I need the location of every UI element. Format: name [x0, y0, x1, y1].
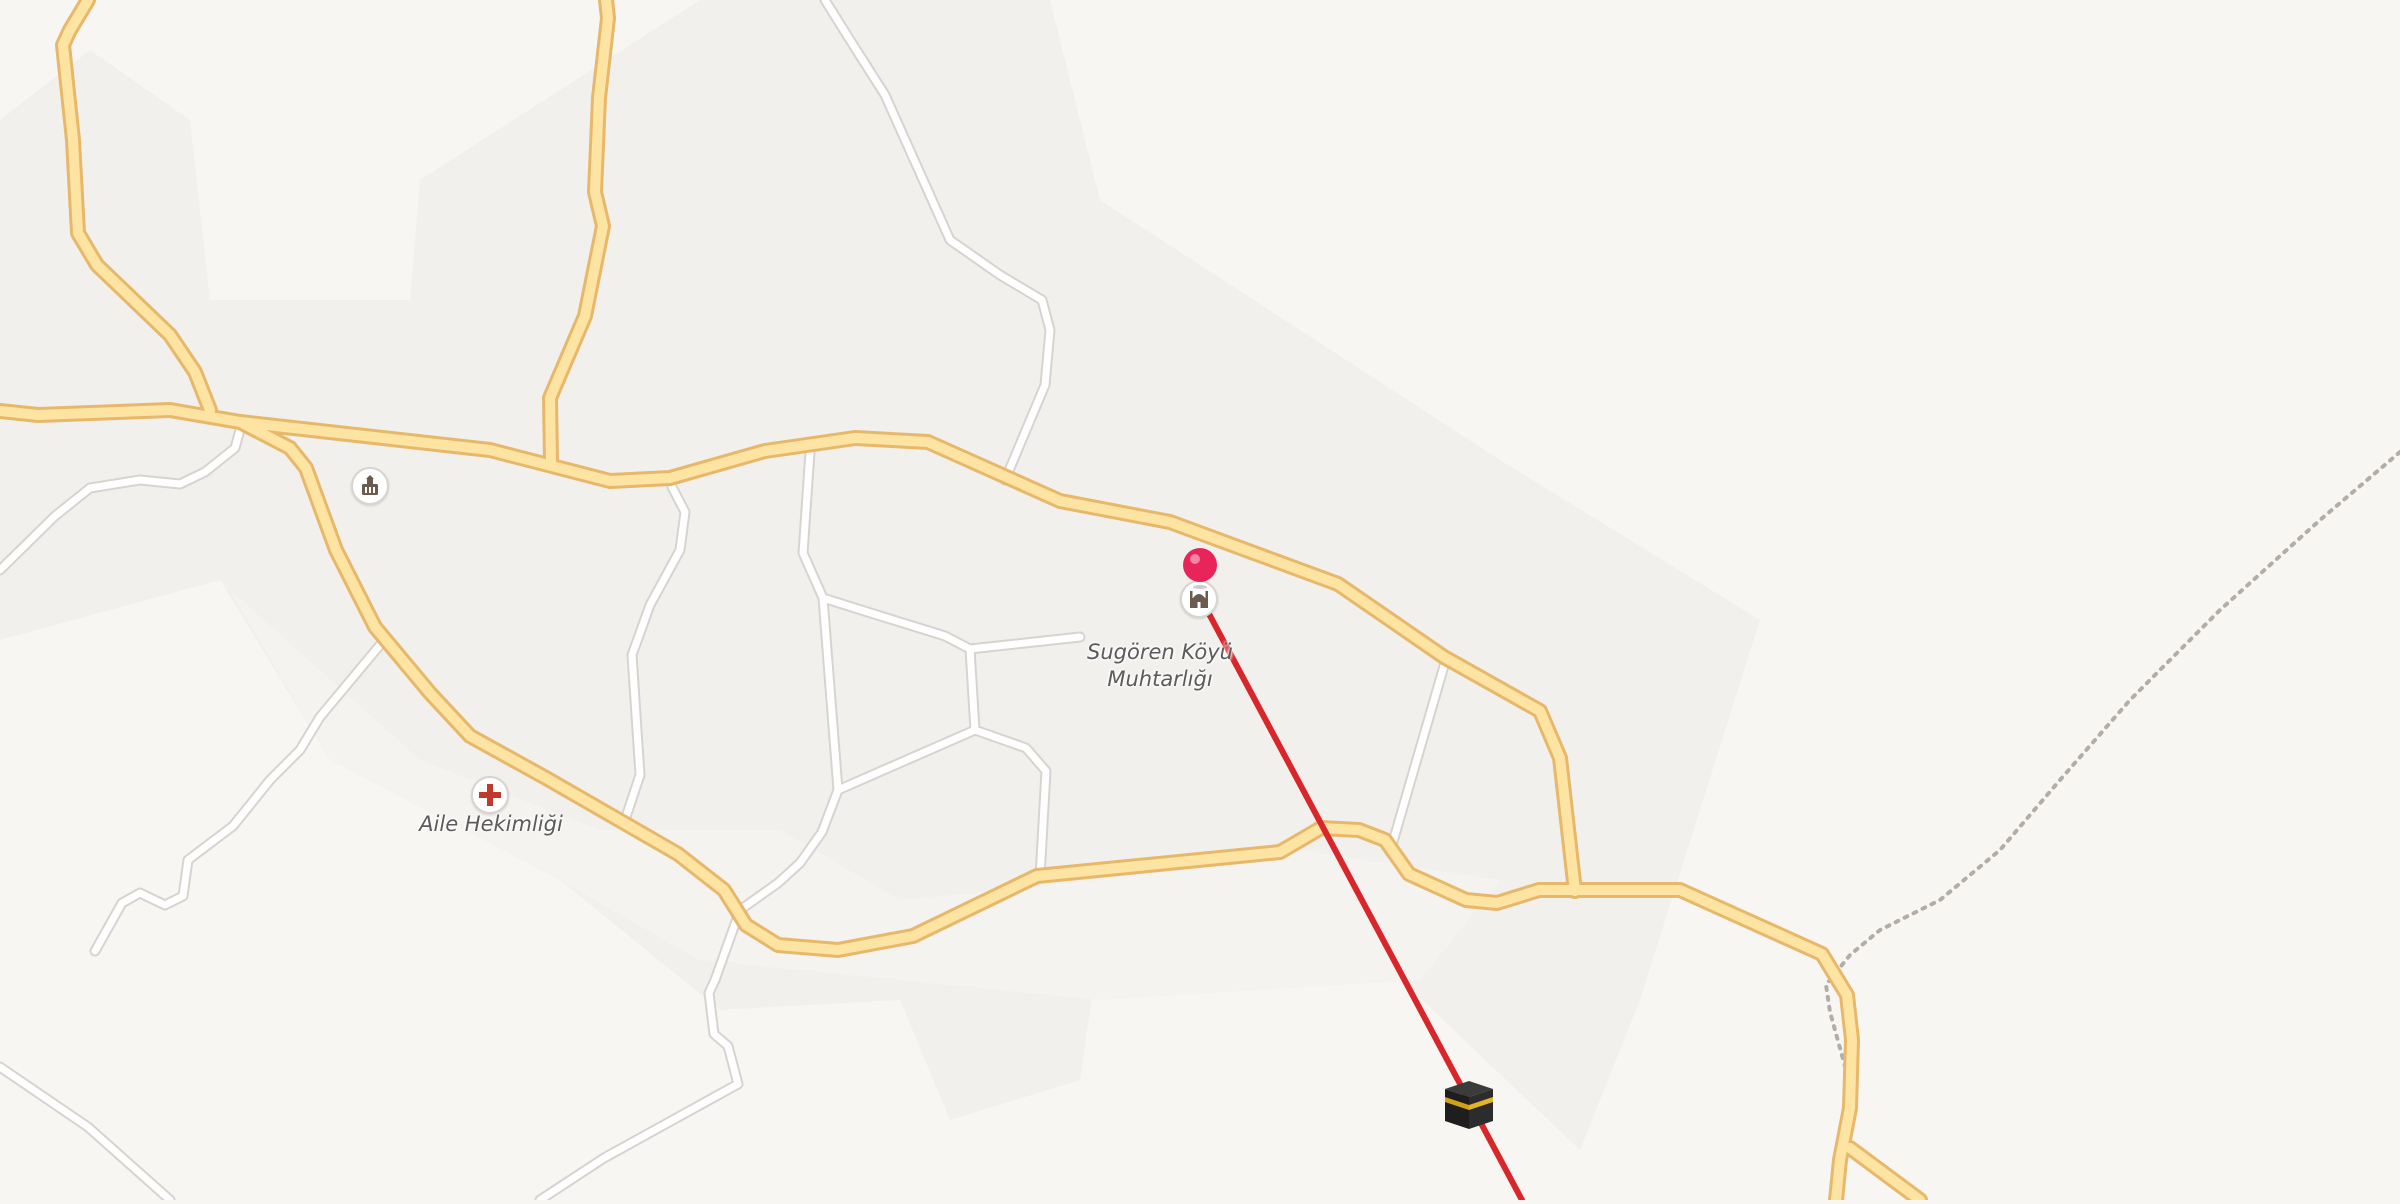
- muhtarlik-label: Sugören Köyü Muhtarlığı: [1060, 639, 1260, 693]
- muhtarlik-label-line2: Muhtarlığı: [1107, 667, 1213, 691]
- map-canvas[interactable]: Aile Hekimliği Sugören Köyü Muhtarlığı: [0, 0, 2400, 1204]
- location-pin[interactable]: [1180, 547, 1220, 591]
- government-building-icon: [362, 475, 378, 495]
- kaaba-qibla-icon: [1445, 1081, 1493, 1129]
- location-pin-icon: [1183, 548, 1217, 589]
- health-center-label: Aile Hekimliği: [419, 812, 563, 836]
- health-clinic-icon: [479, 784, 501, 806]
- health-clinic-poi[interactable]: [471, 776, 509, 814]
- government-building-poi[interactable]: [351, 467, 389, 505]
- kaaba-marker[interactable]: [1441, 1077, 1497, 1133]
- dotted-track: [1823, 450, 2400, 1202]
- muhtarlik-label-line1: Sugören Köyü: [1087, 640, 1233, 664]
